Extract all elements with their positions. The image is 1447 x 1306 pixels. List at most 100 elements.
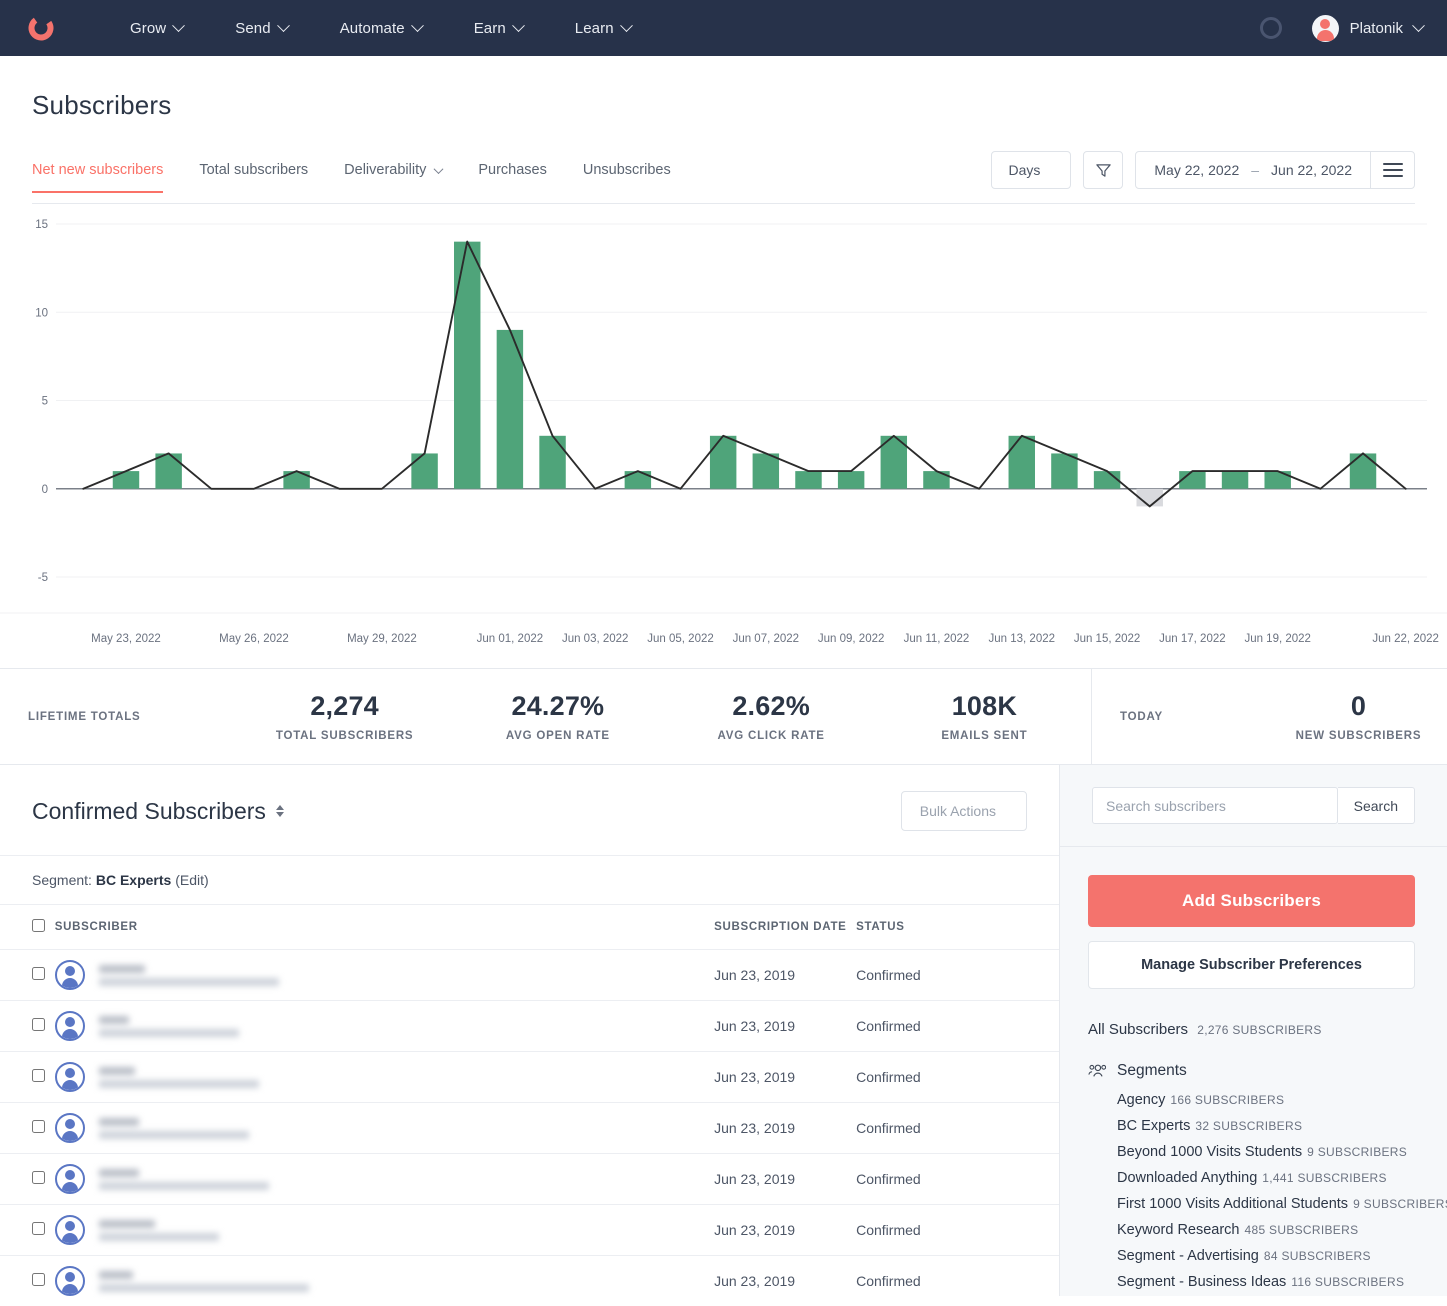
select-all-checkbox[interactable] bbox=[32, 919, 45, 932]
avatar bbox=[55, 1011, 85, 1041]
chart-bar[interactable] bbox=[1222, 471, 1248, 489]
column-status[interactable]: STATUS bbox=[856, 905, 1059, 950]
chart-bar[interactable] bbox=[838, 471, 864, 489]
segment-list-item[interactable]: Downloaded Anything1,441 SUBSCRIBERS bbox=[1088, 1165, 1415, 1191]
x-axis-tick-label: Jun 03, 2022 bbox=[562, 633, 629, 645]
table-row[interactable]: Jun 23, 2019Confirmed bbox=[0, 1001, 1059, 1052]
stat-caption: TOTAL SUBSCRIBERS bbox=[238, 730, 451, 742]
cell-status: Confirmed bbox=[856, 1256, 1059, 1306]
row-checkbox[interactable] bbox=[32, 1018, 45, 1031]
segment-list-item[interactable]: Keyword Research485 SUBSCRIBERS bbox=[1088, 1217, 1415, 1243]
tab-unsubscribes[interactable]: Unsubscribes bbox=[583, 162, 671, 192]
column-subscription-date[interactable]: SUBSCRIPTION DATE bbox=[714, 905, 856, 950]
chart-bar[interactable] bbox=[113, 471, 139, 489]
manage-subscriber-preferences-button[interactable]: Manage Subscriber Preferences bbox=[1088, 941, 1415, 989]
subscriber-identity-redacted bbox=[99, 1169, 269, 1190]
nav-right-group: Platonik bbox=[1260, 15, 1423, 42]
segment-item-name: Segment - Business Ideas bbox=[1117, 1274, 1286, 1290]
list-title-group[interactable]: Confirmed Subscribers bbox=[32, 798, 284, 825]
chart-bar[interactable] bbox=[283, 471, 309, 489]
chart-bar[interactable] bbox=[155, 453, 181, 488]
chart-bar[interactable] bbox=[923, 471, 949, 489]
x-axis-tick-label: Jun 22, 2022 bbox=[1372, 633, 1439, 645]
segment-list-item[interactable]: Beyond 1000 Visits Students9 SUBSCRIBERS bbox=[1088, 1139, 1415, 1165]
bulk-actions-dropdown[interactable]: Bulk Actions bbox=[901, 791, 1027, 831]
chart-bar[interactable] bbox=[539, 436, 565, 489]
tab-deliverability[interactable]: Deliverability bbox=[344, 162, 442, 192]
tab-purchases[interactable]: Purchases bbox=[478, 162, 547, 192]
x-axis-tick-label: May 23, 2022 bbox=[91, 633, 161, 645]
segment-list-item[interactable]: Segment - Advertising84 SUBSCRIBERS bbox=[1088, 1243, 1415, 1269]
chart-bar[interactable] bbox=[753, 453, 779, 488]
row-checkbox[interactable] bbox=[32, 1222, 45, 1235]
people-group-icon bbox=[1088, 1064, 1106, 1078]
x-axis-tick-label: Jun 19, 2022 bbox=[1244, 633, 1311, 645]
segment-list-item[interactable]: First 1000 Visits Additional Students9 S… bbox=[1088, 1191, 1415, 1217]
chart-bar[interactable] bbox=[710, 436, 736, 489]
sort-arrows-icon[interactable] bbox=[276, 805, 284, 817]
granularity-dropdown[interactable]: Days bbox=[991, 151, 1071, 189]
nav-item-earn[interactable]: Earn bbox=[448, 20, 549, 37]
nav-item-automate[interactable]: Automate bbox=[314, 20, 448, 37]
table-row[interactable]: Jun 23, 2019Confirmed bbox=[0, 1256, 1059, 1306]
segment-list-item[interactable]: Segment - Business Ideas116 SUBSCRIBERS bbox=[1088, 1269, 1415, 1295]
table-row[interactable]: Jun 23, 2019Confirmed bbox=[0, 1052, 1059, 1103]
table-row[interactable]: Jun 23, 2019Confirmed bbox=[0, 1103, 1059, 1154]
stat-avg-click-rate: 2.62% AVG CLICK RATE bbox=[665, 691, 878, 742]
date-range-picker[interactable]: May 22, 2022 – Jun 22, 2022 bbox=[1135, 151, 1415, 189]
chart-bar[interactable] bbox=[1051, 453, 1077, 488]
tab-net-new-subscribers[interactable]: Net new subscribers bbox=[32, 162, 163, 192]
subscriber-identity-redacted bbox=[99, 1118, 249, 1139]
tab-total-subscribers[interactable]: Total subscribers bbox=[199, 162, 308, 192]
stat-total-subscribers: 2,274 TOTAL SUBSCRIBERS bbox=[238, 691, 451, 742]
nav-item-learn[interactable]: Learn bbox=[549, 20, 657, 37]
chart-bar[interactable] bbox=[1350, 453, 1376, 488]
stat-caption: NEW SUBSCRIBERS bbox=[1270, 730, 1447, 742]
add-subscribers-button[interactable]: Add Subscribers bbox=[1088, 875, 1415, 927]
row-checkbox[interactable] bbox=[32, 1069, 45, 1082]
chart-bar[interactable] bbox=[1009, 436, 1035, 489]
table-row[interactable]: Jun 23, 2019Confirmed bbox=[0, 1205, 1059, 1256]
segment-list-item[interactable]: Agency166 SUBSCRIBERS bbox=[1088, 1087, 1415, 1113]
search-button[interactable]: Search bbox=[1338, 787, 1415, 824]
stat-avg-open-rate: 24.27% AVG OPEN RATE bbox=[451, 691, 664, 742]
chevron-down-icon bbox=[411, 19, 424, 32]
chart-bar[interactable] bbox=[411, 453, 437, 488]
cell-status: Confirmed bbox=[856, 1205, 1059, 1256]
progress-ring-icon[interactable] bbox=[1260, 17, 1282, 39]
row-checkbox[interactable] bbox=[32, 1273, 45, 1286]
all-subscribers-link[interactable]: All Subscribers 2,276 SUBSCRIBERS bbox=[1088, 1021, 1415, 1038]
x-axis-tick-label: May 26, 2022 bbox=[219, 633, 289, 645]
column-subscriber[interactable]: SUBSCRIBER bbox=[55, 905, 714, 950]
segment-list-item[interactable]: BC Experts32 SUBSCRIBERS bbox=[1088, 1113, 1415, 1139]
row-checkbox[interactable] bbox=[32, 1120, 45, 1133]
nav-item-label: Send bbox=[235, 20, 270, 37]
row-checkbox[interactable] bbox=[32, 1171, 45, 1184]
user-menu[interactable]: Platonik bbox=[1312, 15, 1423, 42]
search-input[interactable] bbox=[1092, 787, 1338, 824]
segment-edit-link[interactable]: (Edit) bbox=[175, 872, 208, 888]
table-row[interactable]: Jun 23, 2019Confirmed bbox=[0, 950, 1059, 1001]
x-axis-tick-label: Jun 11, 2022 bbox=[904, 633, 970, 645]
nav-item-grow[interactable]: Grow bbox=[104, 20, 209, 37]
tab-label: Total subscribers bbox=[199, 162, 308, 178]
subscribers-panel: Confirmed Subscribers Bulk Actions Segme… bbox=[0, 765, 1060, 1296]
date-range-end: Jun 22, 2022 bbox=[1271, 162, 1352, 178]
row-checkbox[interactable] bbox=[32, 967, 45, 980]
table-row[interactable]: Jun 23, 2019Confirmed bbox=[0, 1154, 1059, 1205]
chart-bar[interactable] bbox=[1264, 471, 1290, 489]
row-select-cell bbox=[0, 1256, 55, 1306]
row-select-cell bbox=[0, 1001, 55, 1052]
chart-bar[interactable] bbox=[625, 471, 651, 489]
chart-bar[interactable] bbox=[454, 242, 480, 489]
filter-button[interactable] bbox=[1083, 151, 1123, 189]
convertkit-logo-icon[interactable] bbox=[24, 11, 58, 45]
subscriber-identity-redacted bbox=[99, 965, 279, 986]
chart-canvas: 151050-5May 23, 2022May 26, 2022May 29, … bbox=[0, 204, 1447, 669]
nav-item-send[interactable]: Send bbox=[209, 20, 313, 37]
chart-bar[interactable] bbox=[795, 471, 821, 489]
active-segment-row: Segment: BC Experts (Edit) bbox=[0, 856, 1059, 905]
cell-subscriber bbox=[55, 1154, 714, 1205]
lifetime-totals-group: LIFETIME TOTALS 2,274 TOTAL SUBSCRIBERS … bbox=[0, 669, 1091, 764]
hamburger-menu-icon[interactable] bbox=[1370, 152, 1414, 188]
